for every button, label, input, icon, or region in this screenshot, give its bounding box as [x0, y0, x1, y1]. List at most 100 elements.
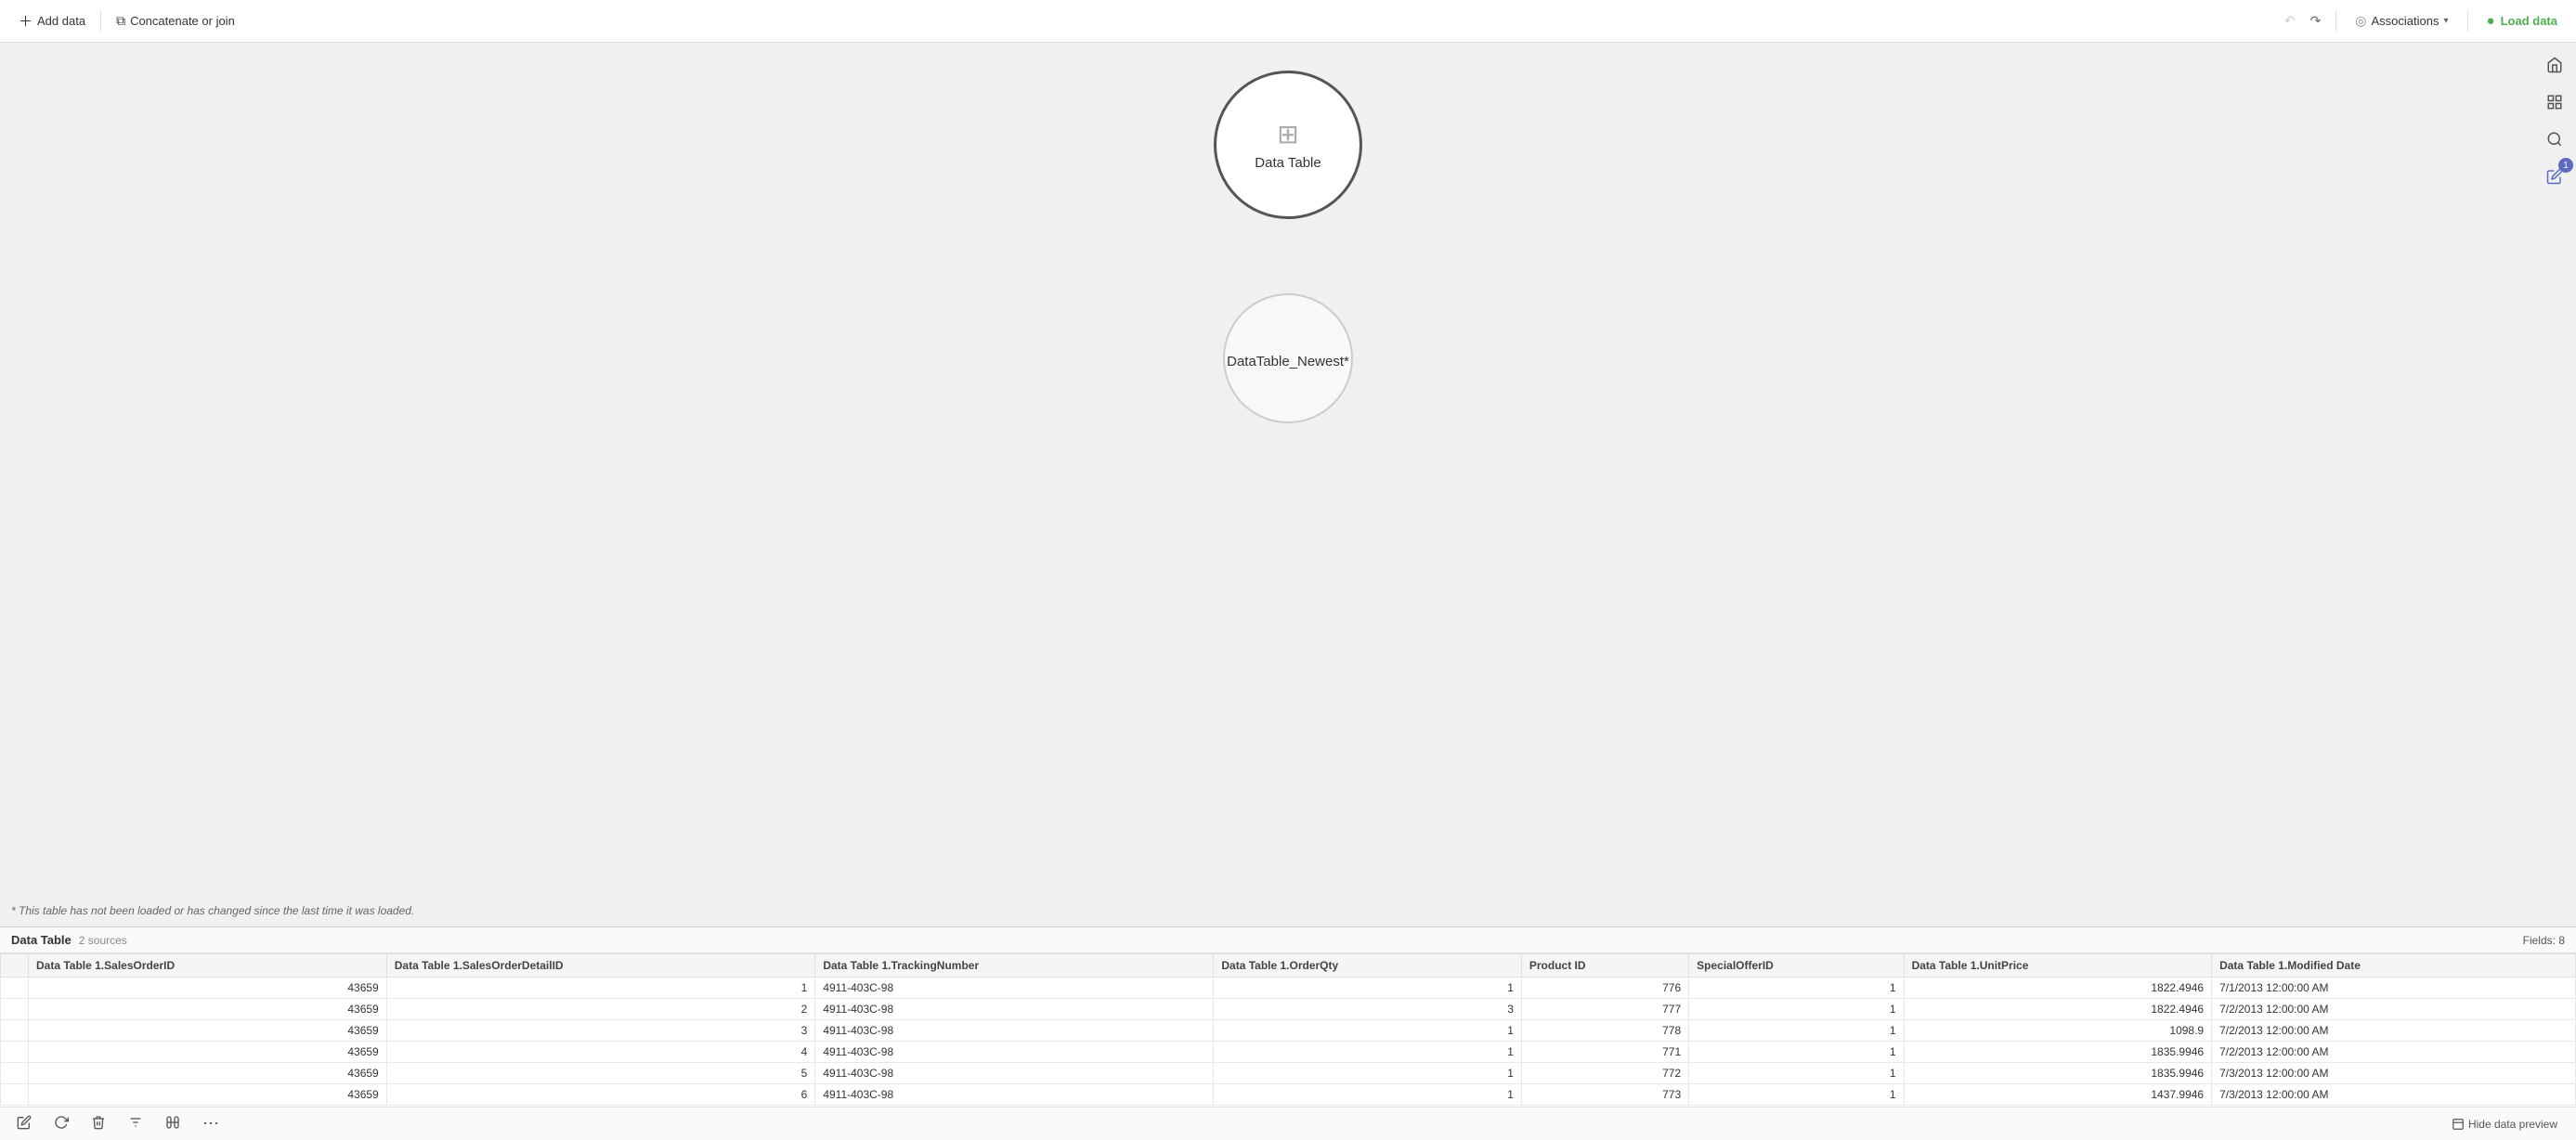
filter-icon-button[interactable] — [123, 1110, 149, 1137]
cell-0-0: 43659 — [29, 978, 387, 999]
col-header-6: Data Table 1.UnitPrice — [1904, 954, 2212, 978]
chevron-down-icon: ▾ — [2444, 16, 2449, 26]
row-num-3 — [1, 1042, 29, 1063]
more-icon-button[interactable]: ⋯ — [197, 1110, 225, 1137]
table-row: 4365934911-403C-98177811098.97/2/2013 12… — [1, 1020, 2576, 1042]
badge-count: 1 — [2558, 158, 2573, 173]
cell-2-7: 7/2/2013 12:00:00 AM — [2212, 1020, 2576, 1042]
warning-text: * This table has not been loaded or has … — [11, 904, 414, 917]
hide-icon — [2452, 1118, 2465, 1131]
cell-0-7: 7/1/2013 12:00:00 AM — [2212, 978, 2576, 999]
cell-3-6: 1835.9946 — [1904, 1042, 2212, 1063]
load-data-icon: ● — [2487, 13, 2495, 29]
refresh-icon-button[interactable] — [48, 1110, 74, 1137]
cell-4-6: 1835.9946 — [1904, 1063, 2212, 1084]
pivot-icon-button[interactable] — [160, 1110, 186, 1137]
toolbar-divider-1 — [100, 11, 101, 32]
associations-button[interactable]: ◎ Associations ▾ — [2348, 8, 2455, 33]
toolbar-divider-2 — [2335, 11, 2336, 32]
search-icon-button[interactable] — [2540, 124, 2569, 154]
associations-icon: ◎ — [2355, 13, 2366, 29]
col-header-2: Data Table 1.TrackingNumber — [815, 954, 1214, 978]
data-preview-panel: Data Table 2 sources Fields: 8 Data Tabl… — [0, 926, 2576, 1140]
associations-label: Associations — [2372, 14, 2439, 28]
datatable-newest-node[interactable]: DataTable_Newest* — [1223, 293, 1353, 423]
edit-icon-button[interactable] — [11, 1110, 37, 1137]
cell-4-2: 4911-403C-98 — [815, 1063, 1214, 1084]
cell-3-5: 1 — [1689, 1042, 1904, 1063]
col-header-0: Data Table 1.SalesOrderID — [29, 954, 387, 978]
canvas-area: ⊞ Data Table DataTable_Newest* * This ta… — [0, 43, 2576, 926]
pivot-icon — [165, 1115, 180, 1130]
cell-2-6: 1098.9 — [1904, 1020, 2212, 1042]
data-table-node[interactable]: ⊞ Data Table — [1214, 71, 1362, 219]
toolbar-left: ＋ Add data ⧉ Concatenate or join — [11, 6, 242, 35]
row-num-4 — [1, 1063, 29, 1084]
home-icon — [2546, 57, 2563, 73]
cell-5-5: 1 — [1689, 1084, 1904, 1106]
hide-preview-label: Hide data preview — [2468, 1118, 2557, 1131]
cell-1-4: 777 — [1521, 999, 1688, 1020]
cell-5-7: 7/3/2013 12:00:00 AM — [2212, 1084, 2576, 1106]
col-header-1: Data Table 1.SalesOrderDetailID — [386, 954, 815, 978]
node2-label: DataTable_Newest* — [1227, 354, 1349, 369]
col-header-num — [1, 954, 29, 978]
cell-4-4: 772 — [1521, 1063, 1688, 1084]
table-row: 4365924911-403C-98377711822.49467/2/2013… — [1, 999, 2576, 1020]
col-header-3: Data Table 1.OrderQty — [1214, 954, 1522, 978]
trash-icon-button[interactable] — [85, 1110, 111, 1137]
trash-icon — [91, 1115, 106, 1130]
undo-button[interactable]: ↶ — [2281, 8, 2299, 33]
cell-3-1: 4 — [386, 1042, 815, 1063]
cell-2-2: 4911-403C-98 — [815, 1020, 1214, 1042]
cell-0-4: 776 — [1521, 978, 1688, 999]
load-data-button[interactable]: ● Load data — [2479, 8, 2565, 33]
cell-1-1: 2 — [386, 999, 815, 1020]
grid-icon — [2546, 94, 2563, 110]
row-num-1 — [1, 999, 29, 1020]
grid-icon-button[interactable] — [2540, 87, 2569, 117]
cell-2-3: 1 — [1214, 1020, 1522, 1042]
main-toolbar: ＋ Add data ⧉ Concatenate or join ↶ ↷ ◎ A… — [0, 0, 2576, 43]
plus-icon: ＋ — [19, 11, 33, 31]
add-data-button[interactable]: ＋ Add data — [11, 6, 93, 35]
node1-label: Data Table — [1255, 155, 1321, 171]
concatenate-label: Concatenate or join — [130, 14, 235, 28]
preview-table-title: Data Table — [11, 933, 72, 947]
concatenate-icon: ⧉ — [116, 13, 125, 29]
cell-3-7: 7/2/2013 12:00:00 AM — [2212, 1042, 2576, 1063]
cell-1-7: 7/2/2013 12:00:00 AM — [2212, 999, 2576, 1020]
cell-4-1: 5 — [386, 1063, 815, 1084]
cell-2-1: 3 — [386, 1020, 815, 1042]
col-header-7: Data Table 1.Modified Date — [2212, 954, 2576, 978]
home-icon-button[interactable] — [2540, 50, 2569, 80]
add-data-label: Add data — [37, 14, 85, 28]
preview-sources: 2 sources — [79, 934, 127, 947]
row-num-0 — [1, 978, 29, 999]
cell-2-0: 43659 — [29, 1020, 387, 1042]
concatenate-button[interactable]: ⧉ Concatenate or join — [109, 8, 242, 33]
col-header-5: SpecialOfferID — [1689, 954, 1904, 978]
cell-1-2: 4911-403C-98 — [815, 999, 1214, 1020]
col-header-4: Product ID — [1521, 954, 1688, 978]
cell-2-4: 778 — [1521, 1020, 1688, 1042]
edit-icon — [17, 1115, 32, 1130]
cell-3-4: 771 — [1521, 1042, 1688, 1063]
table-row: 4365944911-403C-98177111835.99467/2/2013… — [1, 1042, 2576, 1063]
toolbar-divider-3 — [2467, 11, 2468, 32]
redo-button[interactable]: ↷ — [2307, 8, 2325, 33]
cell-0-2: 4911-403C-98 — [815, 978, 1214, 999]
cell-5-6: 1437.9946 — [1904, 1084, 2212, 1106]
row-num-2 — [1, 1020, 29, 1042]
filter-icon — [128, 1115, 143, 1130]
preview-table: Data Table 1.SalesOrderIDData Table 1.Sa… — [0, 953, 2576, 1106]
cell-5-4: 773 — [1521, 1084, 1688, 1106]
table-icon: ⊞ — [1277, 119, 1298, 149]
table-row: 4365914911-403C-98177611822.49467/1/2013… — [1, 978, 2576, 999]
cell-0-3: 1 — [1214, 978, 1522, 999]
hide-preview-button[interactable]: Hide data preview — [2444, 1114, 2565, 1134]
cell-0-5: 1 — [1689, 978, 1904, 999]
preview-table-wrapper[interactable]: Data Table 1.SalesOrderIDData Table 1.Sa… — [0, 953, 2576, 1107]
cell-4-3: 1 — [1214, 1063, 1522, 1084]
table-header-row: Data Table 1.SalesOrderIDData Table 1.Sa… — [1, 954, 2576, 978]
